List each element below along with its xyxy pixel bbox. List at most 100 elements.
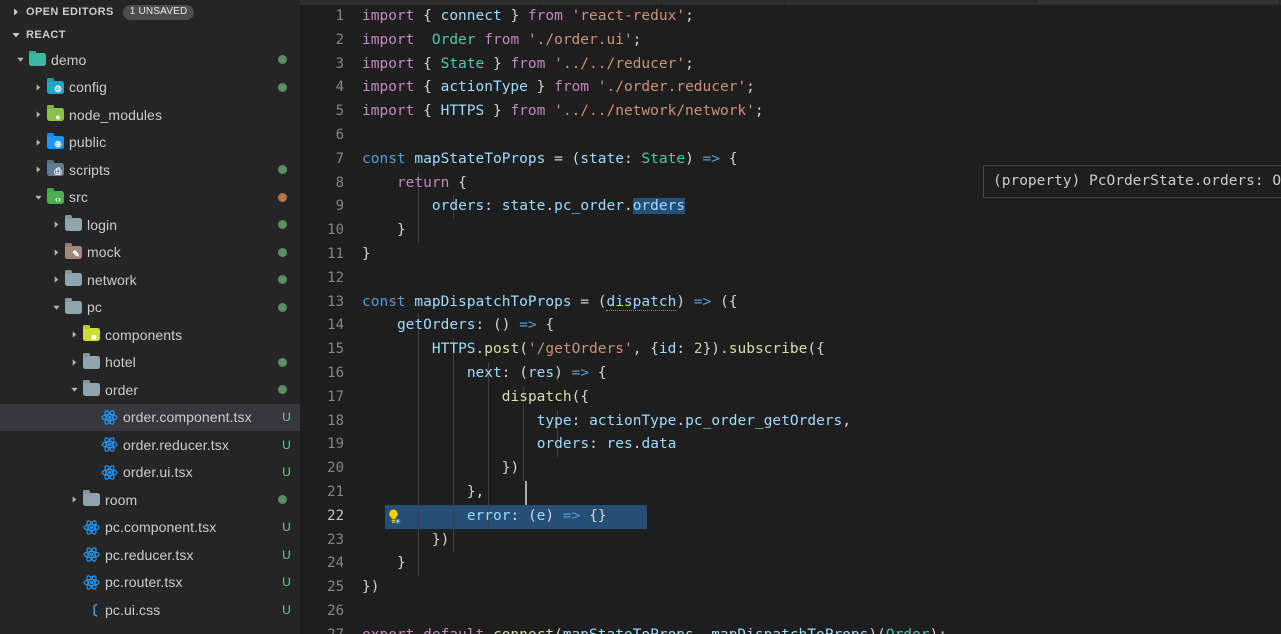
tree-folder-row[interactable]: ⊕ public [0,129,300,157]
code-line[interactable]: 21 }, [300,480,1281,505]
chevron-down-icon[interactable] [8,27,24,43]
code-line[interactable]: 2 import Order from './order.ui'; [300,29,1281,53]
code-line[interactable]: 10 } [300,219,1281,243]
file-tree[interactable]: demo ⚙ config ● node_modules ⊕ public ⎙ scripts ‹… [0,51,300,634]
line-text: orders: res.data [536,436,677,453]
folder-icon [62,273,84,287]
tree-folder-row[interactable]: login [0,211,300,239]
git-status-dot [278,357,287,367]
tree-file-row[interactable]: pc.router.tsx U [0,569,300,597]
folder-icon [80,355,102,369]
tree-folder-row[interactable]: ‹› src [0,184,300,212]
code-line[interactable]: 14 getOrders: () => { [300,314,1281,339]
chevron-right-icon[interactable] [50,275,62,284]
tree-item-label: scripts [69,161,111,178]
tree-folder-row[interactable]: room [0,486,300,514]
tree-folder-row[interactable]: network [0,266,300,294]
code-line[interactable]: 12 [300,267,1281,291]
chevron-down-icon[interactable] [68,385,80,394]
code-line[interactable]: 26 [300,600,1281,624]
code-line[interactable]: 13 const mapDispatchToProps = (dispatch) … [300,291,1281,315]
tree-item-label: room [105,491,138,508]
line-number: 22 [327,507,344,524]
indent-guide [417,219,419,243]
chevron-right-icon[interactable] [8,4,24,20]
code-line[interactable]: 9 orders: state.pc_order.orders [300,195,1281,220]
chevron-right-icon[interactable] [68,358,80,367]
line-number: 13 [327,293,344,310]
vscode-window: OPEN EDITORS 1 UNSAVED REACT demo ⚙ config… [0,0,1281,634]
chevron-right-icon[interactable] [68,330,80,339]
chevron-down-icon[interactable] [32,193,44,202]
tree-folder-row[interactable]: pc [0,294,300,322]
code-line[interactable]: 11} [300,243,1281,267]
line-text: } [396,222,406,239]
code-line[interactable]: 22 error: (e) => {} [300,504,1281,529]
tree-folder-row[interactable]: order [0,376,300,404]
line-number: 9 [335,198,344,215]
tree-folder-row[interactable]: ⚙ config [0,74,300,102]
code-line[interactable]: 25}) [300,576,1281,600]
tree-file-row[interactable]: pc.component.tsx U [0,514,300,542]
code-line[interactable]: 19 orders: res.data [300,433,1281,458]
chevron-right-icon[interactable] [50,248,62,257]
line-text: import { connect } from 'react-redux'; [362,8,694,24]
tree-folder-row[interactable]: ■ components [0,321,300,349]
code-line[interactable]: 27export default connect(mapStateToProps… [300,624,1281,634]
git-status-dot [278,495,287,505]
code-line[interactable]: 4 import { actionType } from './order.red… [300,76,1281,100]
code-line[interactable]: 3 import { State } from '../../reducer'; [300,53,1281,77]
chevron-right-icon[interactable] [50,220,62,229]
section-project-react[interactable]: REACT [0,24,300,46]
code-line[interactable]: 23 }) [300,528,1281,553]
line-number: 5 [335,103,344,120]
section-open-editors[interactable]: OPEN EDITORS 1 UNSAVED [0,0,300,24]
tree-folder-row[interactable]: ⎙ scripts [0,156,300,184]
tree-item-label: pc.router.tsx [105,574,183,591]
tree-folder-row[interactable]: ✎ mock [0,239,300,267]
folder-components-icon: ■ [80,328,102,342]
code-line[interactable]: 1 import { connect } from 'react-redux'; [300,5,1281,29]
react-icon [80,546,102,563]
tree-file-row[interactable]: order.reducer.tsx U [0,431,300,459]
line-text: HTTPS.post('/getOrders', {id: 2}).subscr… [431,341,825,358]
line-number: 14 [327,317,344,334]
chevron-right-icon[interactable] [32,138,44,147]
code-line[interactable]: 20 }) [300,457,1281,481]
chevron-right-icon[interactable] [68,495,80,504]
chevron-down-icon[interactable] [50,303,62,312]
code-lines[interactable]: 1 import { connect } from 'react-redux'; 2… [300,5,1281,634]
chevron-right-icon[interactable] [32,165,44,174]
tree-file-row[interactable]: order.ui.tsx U [0,459,300,487]
react-icon [80,519,102,536]
folder-icon [80,493,102,507]
code-line[interactable]: 5 import { HTTPS } from '../../network/ne… [300,100,1281,124]
code-line[interactable]: 6 [300,124,1281,148]
code-line[interactable]: 15 HTTPS.post('/getOrders', {id: 2}).sub… [300,338,1281,362]
tree-file-row[interactable]: order.component.tsx U [0,403,300,431]
tree-file-row[interactable]: 〔 pc.ui.css U [0,596,300,624]
git-status-dot [278,165,287,175]
code-line[interactable]: 17 dispatch({ [300,385,1281,410]
code-line[interactable]: 24 } [300,552,1281,577]
chevron-down-icon[interactable] [14,55,26,64]
tree-folder-row[interactable]: demo [0,51,300,74]
chevron-right-icon[interactable] [32,83,44,92]
tree-item-label: order [105,381,139,398]
code-editor[interactable]: 1 import { connect } from 'react-redux'; 2… [300,0,1281,634]
line-number: 24 [327,555,344,572]
folder-mock-icon: ✎ [62,245,84,259]
line-text: dispatch({ [501,388,590,405]
git-status-dot [278,385,287,395]
line-number: 2 [335,31,344,48]
line-text: } [362,245,371,262]
code-line[interactable]: 18 type: actionType.pc_order_getOrders, [300,409,1281,434]
tree-folder-row[interactable]: ● node_modules [0,101,300,129]
code-line[interactable]: 16 next: (res) => { [300,361,1281,386]
tree-file-row[interactable]: pc.reducer.tsx U [0,541,300,569]
lightbulb-quickfix-icon[interactable] [385,508,402,525]
tree-folder-row[interactable]: hotel [0,349,300,377]
chevron-right-icon[interactable] [32,110,44,119]
git-status-dot [278,275,287,285]
line-number: 15 [327,341,344,358]
